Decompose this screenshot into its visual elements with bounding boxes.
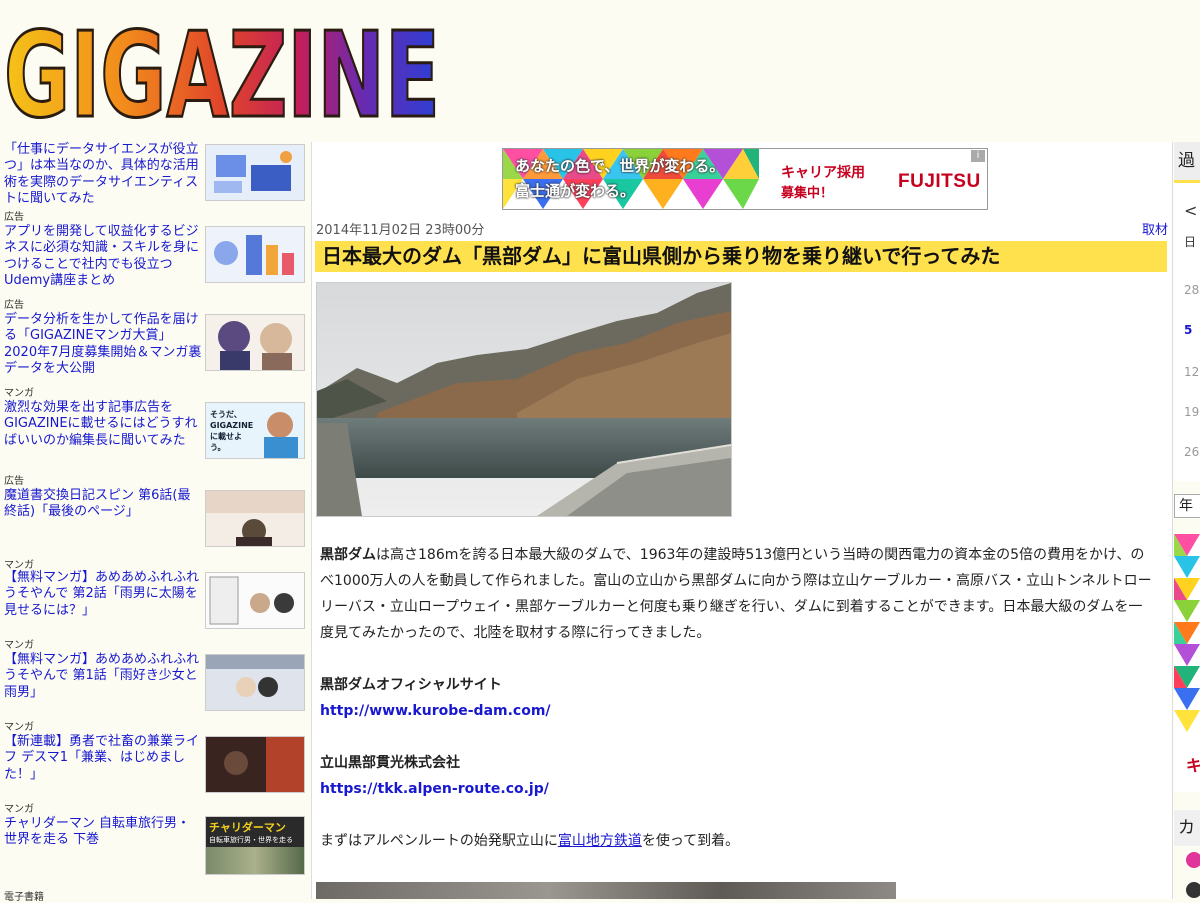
sidebar-item-link[interactable]: 【新連載】勇者で社畜の兼業ライフ デスマ1「兼業、はじめました！」 [4, 734, 202, 783]
company-label: 立山黒部貫光株式会社 [320, 755, 460, 771]
side-ad-banner[interactable]: キ [1174, 534, 1200, 792]
yusha-manga-thumbnail[interactable] [205, 736, 305, 793]
toyama-railway-link[interactable]: 富山地方鉄道 [558, 833, 642, 849]
ad-headline-1: あなたの色で、世界が変わる。 [515, 157, 725, 175]
sidebar-item-category: 広告 [4, 476, 24, 487]
sidebar-item-link[interactable]: アプリを開発して収益化するビジネスに必須な知識・スキルを身につけることで社内でも… [4, 224, 202, 290]
calendar-prev-icon[interactable]: < [1184, 201, 1197, 220]
sidebar-item-category: マンガ [4, 560, 34, 571]
logo-text: GIGAZINE [4, 6, 440, 135]
sidebar-item-category: マンガ [4, 640, 34, 651]
calendar-day[interactable]: 5 [1184, 323, 1192, 337]
sidebar-item: 【新連載】勇者で社畜の兼業ライフ デスマ1「兼業、はじめました！」 マンガ [0, 734, 305, 816]
sidebar-item: 「仕事にデータサイエンスが役立つ」は本当なのか、具体的な活用術を実際のデータサイ… [0, 142, 305, 224]
sidebar-item-link[interactable]: チャリダーマン 自転車旅行男・世界を走る 下巻 [4, 816, 202, 849]
calendar-day[interactable]: 26 [1184, 445, 1199, 459]
lead-text: は高さ186mを誇る日本最大級のダムで、1963年の建設時513億円という当時の… [320, 547, 1152, 641]
side-ad-text: キ [1186, 756, 1200, 775]
sidebar-item-link[interactable]: データ分析を生かして作品を届ける「GIGAZINEマンガ大賞」2020年7月度募… [4, 312, 202, 378]
sidebar-item: 【無料マンガ】あめあめふれふれうそやんで 第1話「雨好き少女と雨男」 マンガ [0, 652, 305, 734]
next-text-pre: まずはアルペンルートの始発駅立山に [320, 833, 558, 849]
ad-headline-2: 富士通が変わる。 [515, 182, 636, 200]
sidebar-item-link[interactable]: 「仕事にデータサイエンスが役立つ」は本当なのか、具体的な活用術を実際のデータサイ… [4, 142, 202, 208]
kurobe-dam-photo [316, 282, 732, 517]
company-link[interactable]: https://tkk.alpen-route.co.jp/ [320, 781, 549, 797]
right-sidebar: 過 < 日 28 5 12 19 26 年 キ カ [1174, 142, 1200, 899]
next-text-post: を使って到着。 [641, 833, 740, 849]
category-dot-icon[interactable] [1186, 882, 1200, 898]
article-body: 黒部ダムは高さ186mを誇る日本最大級のダムで、1963年の建設時513億円とい… [320, 542, 1156, 854]
charidaman-thumbnail[interactable]: チャリダーマン 自転車旅行男・世界を走る [205, 816, 305, 875]
archive-calendar[interactable]: < 日 28 5 12 19 26 [1174, 180, 1200, 481]
archive-header: 過 [1174, 142, 1200, 180]
sidebar-item: チャリダーマン 自転車旅行男・世界を走る 下巻 チャリダーマン 自転車旅行男・世… [0, 816, 305, 886]
manga-award-thumbnail[interactable] [205, 314, 305, 371]
sidebar-item-link[interactable]: 【無料マンガ】あめあめふれふれうそやんで 第1話「雨好き少女と雨男」 [4, 652, 202, 701]
official-site-link[interactable]: http://www.kurobe-dam.com/ [320, 703, 551, 719]
article-lead: 黒部ダムは高さ186mを誇る日本最大級のダムで、1963年の建設時513億円とい… [320, 542, 1156, 646]
lead-highlight: 黒部ダム [320, 547, 376, 563]
ame-manga-2-thumbnail[interactable] [205, 572, 305, 629]
sidebar-item: アプリを開発して収益化するビジネスに必須な知識・スキルを身につけることで社内でも… [0, 224, 305, 312]
ad-info-icon[interactable]: i [971, 150, 985, 162]
sidebar-item: データ分析を生かして作品を届ける「GIGAZINEマンガ大賞」2020年7月度募… [0, 312, 305, 400]
sidebar-item-link[interactable]: 【無料マンガ】あめあめふれふれうそやんで 第2話「雨男に太陽を見せるには？」 [4, 570, 202, 619]
udemy-thumbnail[interactable] [205, 226, 305, 283]
sidebar-item-link[interactable]: 激烈な効果を出す記事広告をGIGAZINEに載せるにはどうすればいいのか編集長に… [4, 400, 202, 449]
ad-colorful-block: あなたの色で、世界が変わる。 富士通が変わる。 [503, 149, 759, 209]
sidebar-item-link[interactable]: 魔道書交換日記スピン 第6話(最終話)「最後のページ」 [4, 488, 202, 521]
calendar-day[interactable]: 19 [1184, 405, 1199, 419]
sidebar-recommended: 「仕事にデータサイエンスが役立つ」は本当なのか、具体的な活用術を実際のデータサイ… [0, 142, 305, 903]
article-column: あなたの色で、世界が変わる。 富士通が変わる。 キャリア採用 募集中！ FUJI… [311, 142, 1173, 899]
calendar-day[interactable]: 12 [1184, 365, 1199, 379]
sidebar-item-category: マンガ [4, 722, 34, 733]
official-site-label: 黒部ダムオフィシャルサイト [320, 677, 502, 693]
calendar-weekday: 日 [1184, 235, 1197, 249]
article-date: 2014年11月02日 23時00分 [316, 223, 485, 238]
spin-manga-thumbnail[interactable] [205, 490, 305, 547]
fujitsu-logo: FUJITSU [898, 171, 981, 192]
sidebar-item-category: 広告 [4, 212, 24, 223]
category-dot-icon[interactable] [1186, 852, 1200, 868]
ame-manga-1-thumbnail[interactable] [205, 654, 305, 711]
data-science-thumbnail[interactable] [205, 144, 305, 201]
sidebar-item-category: マンガ [4, 388, 34, 399]
calendar-day[interactable]: 28 [1184, 283, 1199, 297]
site-logo[interactable]: GIGAZINE [0, 0, 450, 136]
ad-career-text: キャリア採用 [781, 165, 865, 181]
ad-recruiting-text: 募集中！ [781, 186, 834, 201]
station-photo [316, 882, 896, 899]
fujitsu-ad-banner[interactable]: あなたの色で、世界が変わる。 富士通が変わる。 キャリア採用 募集中！ FUJI… [502, 148, 988, 210]
year-select[interactable]: 年 [1174, 494, 1200, 518]
chari-thumb-subtitle: 自転車旅行男・世界を走る [209, 836, 293, 844]
category-header: カ [1174, 810, 1200, 846]
sidebar-item-category: マンガ [4, 804, 34, 815]
sidebar-item-category: 電子書籍 [4, 892, 44, 903]
sidebar-item: 魔道書交換日記スピン 第6話(最終話)「最後のページ」 マンガ [0, 488, 305, 571]
chari-thumb-title: チャリダーマン [209, 821, 286, 834]
sidebar-item: 激烈な効果を出す記事広告をGIGAZINEに載せるにはどうすればいいのか編集長に… [0, 400, 305, 488]
article-title: 日本最大のダム「黒部ダム」に富山県側から乗り物を乗り継いで行ってみた [315, 241, 1167, 272]
article-category-link[interactable]: 取材 [1142, 219, 1168, 238]
editor-interview-thumbnail[interactable]: そうだ、GIGAZINEに載せよう。 [205, 402, 305, 459]
sidebar-item: 【無料マンガ】あめあめふれふれうそやんで 第2話「雨男に太陽を見せるには？」 マ… [0, 570, 305, 652]
next-paragraph: まずはアルペンルートの始発駅立山に富山地方鉄道を使って到着。 [320, 828, 1156, 854]
sidebar-item-category: 広告 [4, 300, 24, 311]
